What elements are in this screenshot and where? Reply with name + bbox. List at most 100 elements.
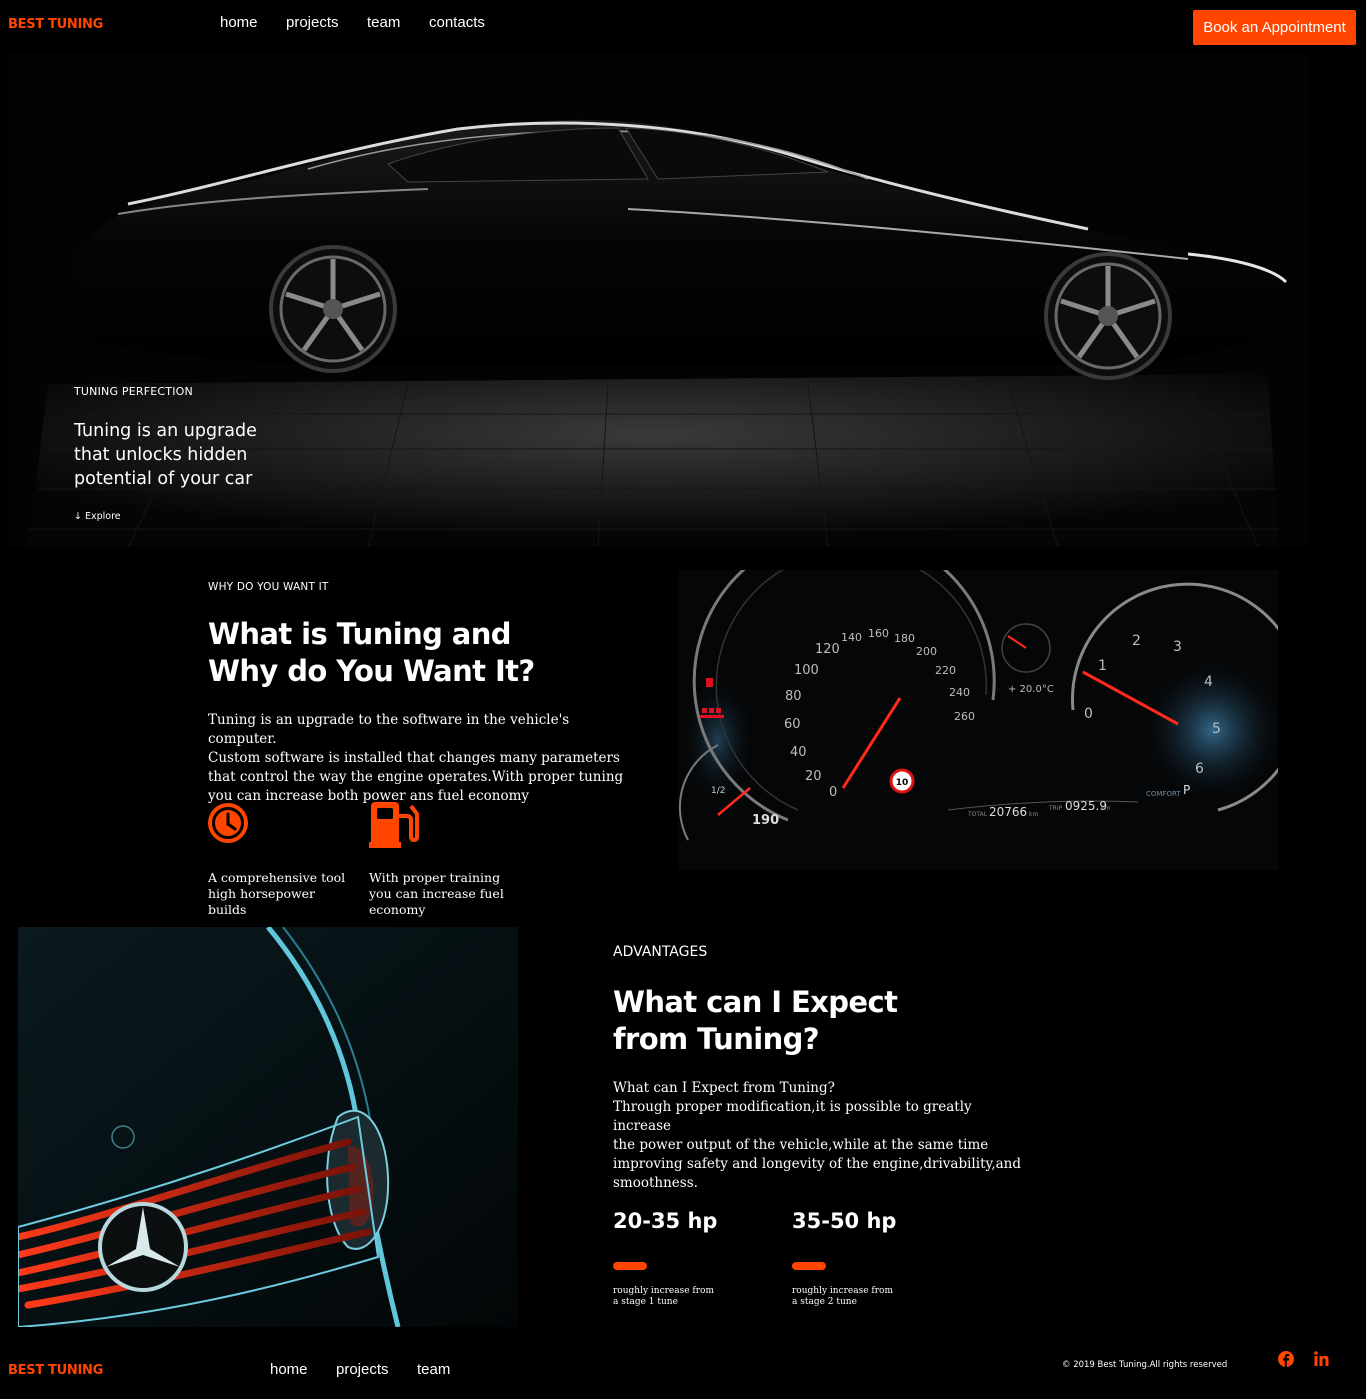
speed-tick: 200 <box>916 645 937 658</box>
adv-body-line: Through proper modification,it is possib… <box>613 1099 972 1134</box>
adv-kicker: ADVANTAGES <box>613 944 708 960</box>
stat-caption: roughly increase from a stage 1 tune <box>613 1286 717 1308</box>
hero-kicker: TUNING PERFECTION <box>74 385 193 398</box>
stat-caption: roughly increase from a stage 2 tune <box>792 1286 896 1308</box>
speed-tick: 0 <box>829 785 837 800</box>
drive-mode: COMFORT <box>1146 790 1181 798</box>
adv-body: What can I Expect from Tuning? Through p… <box>613 1079 1033 1193</box>
speed-tick: 60 <box>784 717 801 732</box>
speed-tick: 220 <box>935 664 956 677</box>
explore-label: Explore <box>85 511 121 522</box>
hero-headline: Tuning is an upgrade that unlocks hidden… <box>74 419 257 491</box>
footer-nav-home[interactable]: home <box>270 1361 308 1378</box>
adv-body-line: What can I Expect from Tuning? <box>613 1080 835 1096</box>
adv-body-line: smoothness. <box>613 1175 698 1191</box>
stat-caption-line: a stage 1 tune <box>613 1297 678 1307</box>
feature-line: With proper training <box>369 870 501 885</box>
why-body: Tuning is an upgrade to the software in … <box>208 711 628 806</box>
nav-projects[interactable]: projects <box>286 14 339 31</box>
feature-line: A comprehensive tool <box>208 870 346 885</box>
adv-body-line: the power output of the vehicle,while at… <box>613 1137 989 1153</box>
nav-team[interactable]: team <box>367 14 400 31</box>
speed-tick: 260 <box>954 710 975 723</box>
linkedin-icon <box>1314 1351 1329 1366</box>
facebook-icon <box>1278 1351 1294 1367</box>
trip-unit: km <box>1101 805 1110 812</box>
front-wheel <box>269 245 397 373</box>
explore-link[interactable]: ↓ Explore <box>74 511 121 522</box>
speed-limit-sign: 10 <box>896 778 909 788</box>
rpm-tick: 6 <box>1195 761 1204 777</box>
footer-brand-logo[interactable]: BEST TUNING <box>8 1363 103 1378</box>
feature-fuel: With proper training you can increase fu… <box>369 800 519 918</box>
stat-caption-line: a stage 2 tune <box>792 1297 857 1307</box>
feature-tool: A comprehensive tool high horsepower bui… <box>208 803 358 918</box>
gear-indicator: P <box>1183 783 1190 797</box>
rpm-tick: 4 <box>1204 674 1213 690</box>
stat-stage-2: 35-50 hp roughly increase from a stage 2… <box>792 1209 896 1308</box>
rear-wheel <box>1044 252 1172 380</box>
hero-headline-line: that unlocks hidden <box>74 445 248 465</box>
rpm-tick: 2 <box>1132 633 1141 649</box>
rpm-tick: 5 <box>1212 721 1221 737</box>
nav-contacts[interactable]: contacts <box>429 14 485 31</box>
rpm-tick: 1 <box>1098 658 1107 674</box>
why-title-line: What is Tuning and <box>208 617 512 651</box>
stat-value: 20-35 hp <box>613 1209 718 1233</box>
feature-line: builds <box>208 902 247 917</box>
hero-headline-line: Tuning is an upgrade <box>74 421 257 441</box>
clock-icon <box>208 803 248 843</box>
why-title-line: Why do You Want It? <box>208 654 535 688</box>
why-kicker: WHY DO YOU WANT IT <box>208 581 329 593</box>
dashboard-image: 0 20 40 60 80 100 120 140 160 180 200 22… <box>678 570 1278 870</box>
speed-tick: 160 <box>868 627 889 640</box>
odometer-unit: km <box>1029 811 1038 818</box>
fuel-pump-icon <box>369 802 419 848</box>
speed-tick: 140 <box>841 631 862 644</box>
speed-tick: 100 <box>794 663 819 678</box>
grille-image <box>18 927 518 1327</box>
adv-title-line: from Tuning? <box>613 1022 820 1056</box>
why-title: What is Tuning and Why do You Want It? <box>208 616 535 690</box>
feature-line: high horsepower <box>208 886 316 901</box>
odometer-label: TOTAL <box>967 811 988 818</box>
odometer-value: 20766 <box>989 805 1027 819</box>
fuel-fraction: 1/2 <box>711 786 725 796</box>
stat-accent-bar <box>613 1262 647 1270</box>
feature-line: economy <box>369 902 426 917</box>
rpm-tick: 3 <box>1173 639 1182 655</box>
facebook-link[interactable] <box>1278 1351 1294 1372</box>
feature-tool-text: A comprehensive tool high horsepower bui… <box>208 870 358 918</box>
feature-line: you can increase fuel <box>369 886 504 901</box>
star-emblem <box>98 1202 188 1292</box>
stat-value: 35-50 hp <box>792 1209 897 1233</box>
linkedin-link[interactable] <box>1314 1351 1329 1371</box>
adv-title-line: What can I Expect <box>613 985 898 1019</box>
hero-headline-line: potential of your car <box>74 469 253 489</box>
adv-body-line: improving safety and longevity of the en… <box>613 1156 1022 1172</box>
trip-label: TRIP <box>1048 805 1063 812</box>
speed-tick: 120 <box>815 642 840 657</box>
nav-home[interactable]: home <box>220 14 258 31</box>
adv-title: What can I Expect from Tuning? <box>613 984 898 1058</box>
book-appointment-button[interactable]: Book an Appointment <box>1193 10 1356 45</box>
stat-stage-1: 20-35 hp roughly increase from a stage 1… <box>613 1209 717 1308</box>
speed-tick: 80 <box>785 689 802 704</box>
footer-nav-projects[interactable]: projects <box>336 1361 389 1378</box>
copyright-text: © 2019 Best Tuning.All rights reserved <box>1062 1360 1228 1370</box>
brand-logo[interactable]: BEST TUNING <box>8 17 103 32</box>
speed-tick: 240 <box>949 686 970 699</box>
range-value: 190 <box>752 813 779 828</box>
why-body-line: Tuning is an upgrade to the software in … <box>208 712 570 747</box>
stat-accent-bar <box>792 1262 826 1270</box>
stat-caption-line: roughly increase from <box>792 1286 893 1296</box>
speed-tick: 180 <box>894 632 915 645</box>
arrow-down-icon: ↓ <box>74 511 82 522</box>
mercedes-front-image <box>18 927 518 1327</box>
speed-tick: 40 <box>790 745 807 760</box>
footer-nav-team[interactable]: team <box>417 1361 450 1378</box>
temp-readout: + 20.0°C <box>1008 684 1054 695</box>
feature-fuel-text: With proper training you can increase fu… <box>369 870 519 918</box>
instrument-cluster: 0 20 40 60 80 100 120 140 160 180 200 22… <box>678 570 1278 870</box>
speed-tick: 20 <box>805 769 822 784</box>
